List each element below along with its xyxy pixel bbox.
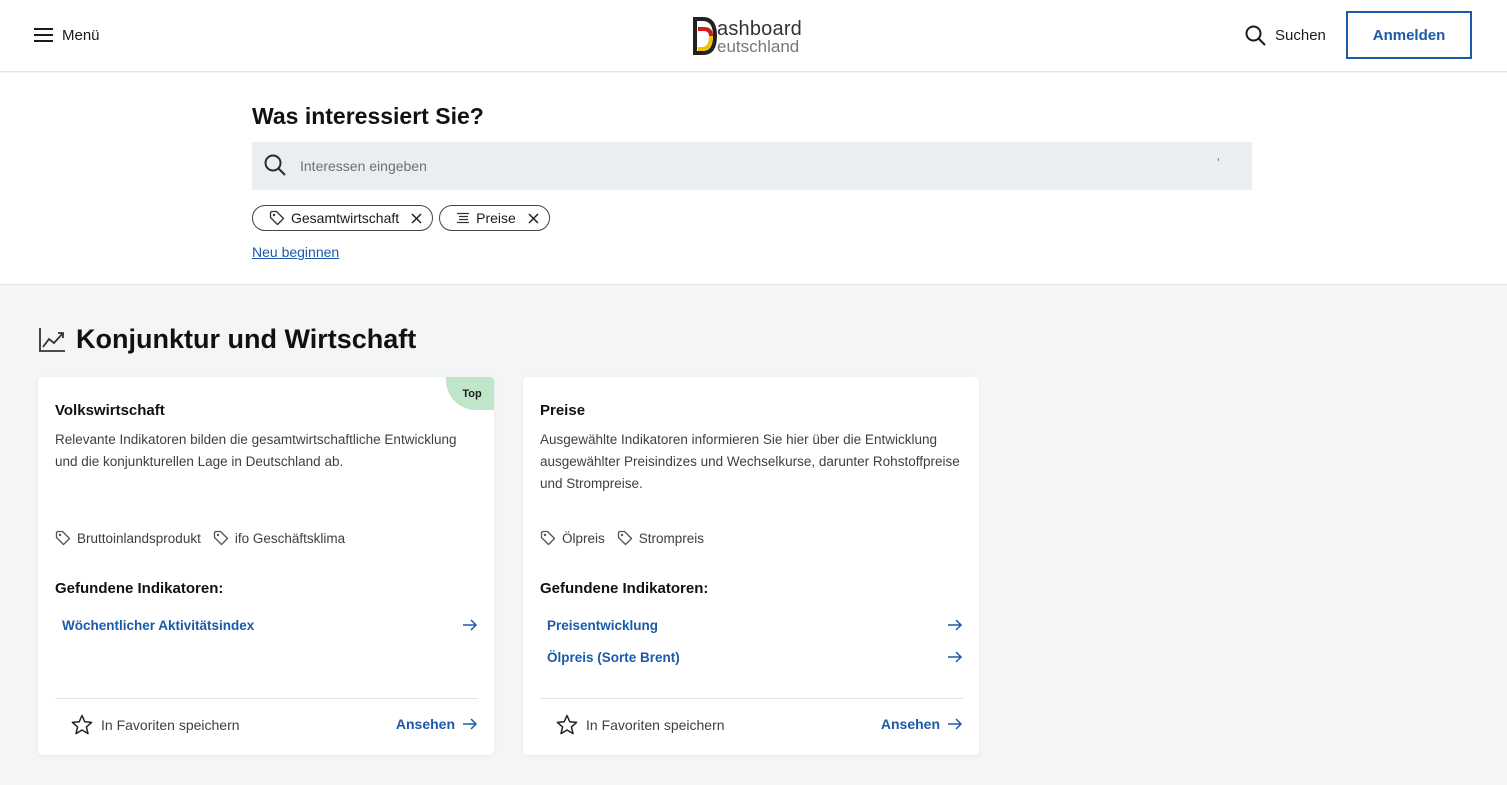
favorite-label: In Favoriten speichern: [586, 716, 725, 733]
star-icon: [71, 714, 93, 735]
indicator-link[interactable]: Wöchentlicher Aktivitätsindex: [55, 609, 478, 641]
close-icon[interactable]: [528, 212, 539, 224]
section-title: Konjunktur und Wirtschaft: [76, 324, 417, 354]
save-favorite-button[interactable]: In Favoriten speichern: [71, 714, 240, 735]
close-icon[interactable]: [411, 212, 422, 224]
view-button[interactable]: Ansehen: [881, 716, 963, 732]
card-title: Volkswirtschaft: [55, 402, 165, 419]
card-tag[interactable]: ifo Geschäftsklima: [213, 530, 345, 546]
section-heading: Konjunktur und Wirtschaft: [38, 324, 416, 355]
card-tag-label: Bruttoinlandsprodukt: [77, 530, 201, 546]
indicator-name: Preisentwicklung: [547, 617, 659, 633]
indicator-link[interactable]: Ölpreis (Sorte Brent): [540, 641, 963, 673]
header-search-button[interactable]: Suchen: [1245, 23, 1326, 47]
tag-icon: [213, 530, 228, 546]
indicator-name: Ölpreis (Sorte Brent): [547, 649, 680, 665]
topic-card-volkswirtschaft[interactable]: Top Volkswirtschaft Relevante Indikatore…: [38, 377, 494, 755]
interest-search-input[interactable]: [300, 142, 1200, 190]
indicator-list: Wöchentlicher Aktivitätsindex: [55, 609, 478, 641]
interest-search-section: Was interessiert Sie? ʼ Gesamtwirtschaft: [0, 73, 1507, 285]
card-tag[interactable]: Strompreis: [617, 530, 704, 546]
indicator-link[interactable]: Preisentwicklung: [540, 609, 963, 641]
view-button[interactable]: Ansehen: [396, 716, 478, 732]
card-divider: [55, 698, 478, 699]
search-box: ʼ: [252, 142, 1252, 190]
menu-button[interactable]: Menü: [34, 24, 100, 46]
login-button[interactable]: Anmelden: [1346, 11, 1472, 59]
card-tag-label: Ölpreis: [562, 530, 605, 546]
card-tag-label: Strompreis: [638, 530, 705, 546]
arrow-right-icon: [948, 651, 963, 663]
restart-link[interactable]: Neu beginnen: [252, 244, 339, 260]
card-title: Preise: [540, 402, 586, 419]
card-tags: Bruttoinlandsprodukt ifo Geschäftsklima: [55, 530, 345, 546]
chip-label: Gesamtwirtschaft: [291, 210, 400, 226]
search-icon: [1245, 25, 1266, 46]
view-label: Ansehen: [395, 716, 455, 732]
logo-text-line2: eutschland: [717, 37, 800, 56]
search-label: Suchen: [1275, 26, 1326, 44]
topic-card-preise[interactable]: Preise Ausgewählte Indikatoren informier…: [523, 377, 979, 755]
top-badge: Top: [446, 377, 494, 410]
card-divider: [540, 698, 963, 699]
card-tag[interactable]: Bruttoinlandsprodukt: [55, 530, 201, 546]
tag-icon: [540, 530, 556, 546]
card-description: Ausgewählte Indikatoren informieren Sie …: [540, 432, 960, 491]
hamburger-icon: [34, 28, 53, 42]
card-tag[interactable]: Ölpreis: [540, 530, 605, 546]
arrow-right-icon: [948, 619, 963, 631]
top-header: Menü ashboard eutschland Suchen Anmelden: [0, 0, 1507, 72]
star-icon: [556, 714, 578, 735]
save-favorite-button[interactable]: In Favoriten speichern: [556, 714, 725, 735]
menu-label: Menü: [62, 26, 100, 44]
arrow-right-icon: [463, 619, 478, 631]
filter-chips: Gesamtwirtschaft Preise: [252, 205, 550, 231]
chip-preise[interactable]: Preise: [439, 205, 550, 231]
logo-d-mark-icon: [693, 17, 718, 55]
tag-icon: [617, 530, 632, 546]
tag-icon: [55, 530, 71, 546]
logo[interactable]: ashboard eutschland: [692, 14, 817, 58]
tag-icon: [269, 210, 285, 226]
found-indicators-label: Gefundene Indikatoren:: [540, 580, 709, 597]
card-tag-label: ifo Geschäftsklima: [234, 530, 346, 546]
search-title: Was interessiert Sie?: [252, 103, 484, 129]
indicator-list: Preisentwicklung Ölpreis (Sorte Brent): [540, 609, 963, 673]
indicator-name: Wöchentlicher Aktivitätsindex: [62, 617, 255, 633]
view-label: Ansehen: [880, 716, 940, 732]
input-cursor-mark: ʼ: [1217, 156, 1220, 170]
card-tags: Ölpreis Strompreis: [540, 530, 704, 546]
card-description: Relevante Indikatoren bilden die gesamtw…: [55, 432, 457, 469]
chip-label: Preise: [476, 210, 516, 226]
filter-icon: [457, 212, 470, 224]
arrow-right-icon: [948, 718, 963, 730]
chip-gesamtwirtschaft[interactable]: Gesamtwirtschaft: [252, 205, 434, 231]
search-icon: [264, 154, 286, 176]
found-indicators-label: Gefundene Indikatoren:: [55, 580, 224, 597]
arrow-right-icon: [463, 718, 478, 730]
favorite-label: In Favoriten speichern: [101, 716, 240, 733]
trend-chart-icon: [39, 327, 65, 352]
